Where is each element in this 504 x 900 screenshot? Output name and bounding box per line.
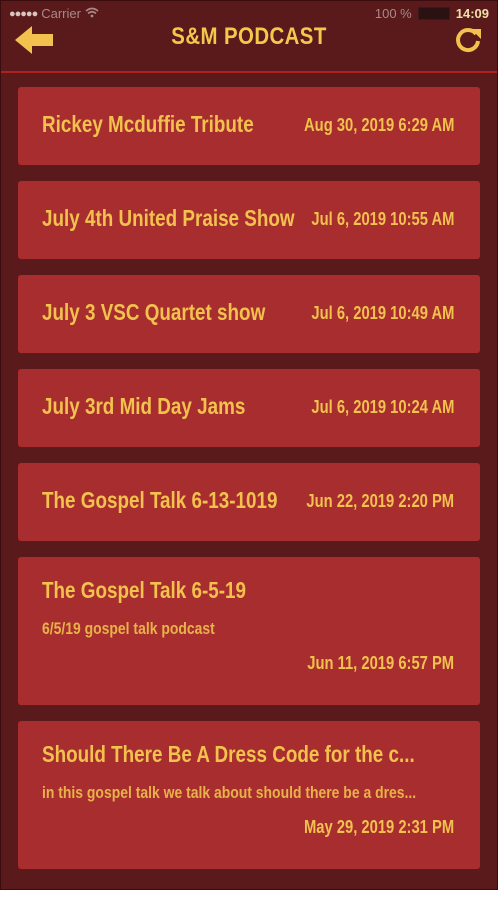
episode-item[interactable]: July 3rd Mid Day Jams Jul 6, 2019 10:24 … (18, 369, 480, 447)
episode-item[interactable]: July 4th United Praise Show Jul 6, 2019 … (18, 181, 480, 259)
refresh-button[interactable] (453, 25, 483, 55)
episode-title: July 3 VSC Quartet show (42, 299, 266, 325)
episode-item[interactable]: Rickey Mcduffie Tribute Aug 30, 2019 6:2… (18, 87, 480, 165)
refresh-icon (456, 28, 481, 53)
episode-title: July 3rd Mid Day Jams (42, 393, 246, 419)
episode-title: July 4th United Praise Show (42, 205, 295, 231)
phone-screen: ●●●●● Carrier 100 % 14:09 S&M PODCAST Ri… (0, 0, 498, 890)
episode-description: in this gospel talk we talk about should… (42, 783, 417, 802)
episode-list: Rickey Mcduffie Tribute Aug 30, 2019 6:2… (18, 87, 480, 885)
episode-date: Jul 6, 2019 10:49 AM (310, 303, 454, 323)
page-title: S&M PODCAST (171, 23, 327, 50)
episode-date: Jul 6, 2019 10:55 AM (310, 209, 454, 229)
episode-item[interactable]: The Gospel Talk 6-13-1019 Jun 22, 2019 2… (18, 463, 480, 541)
episode-title: Rickey Mcduffie Tribute (42, 111, 254, 137)
episode-item[interactable]: Should There Be A Dress Code for the c..… (18, 721, 480, 869)
episode-item[interactable]: July 3 VSC Quartet show Jul 6, 2019 10:4… (18, 275, 480, 353)
episode-date: Aug 30, 2019 6:29 AM (303, 115, 454, 135)
episode-title: The Gospel Talk 6-5-19 (42, 577, 247, 603)
nav-bar: S&M PODCAST (1, 19, 497, 73)
episode-description: 6/5/19 gospel talk podcast (42, 619, 215, 638)
episode-date: May 29, 2019 2:31 PM (303, 817, 454, 837)
episode-title: Should There Be A Dress Code for the c..… (42, 741, 415, 767)
episode-item[interactable]: The Gospel Talk 6-5-19 6/5/19 gospel tal… (18, 557, 480, 705)
episode-date: Jul 6, 2019 10:24 AM (310, 397, 454, 417)
episode-date: Jun 22, 2019 2:20 PM (306, 491, 454, 511)
episode-title: The Gospel Talk 6-13-1019 (42, 487, 278, 513)
episode-date: Jun 11, 2019 6:57 PM (307, 653, 454, 673)
signal-icon: ●●●●● (9, 7, 38, 20)
